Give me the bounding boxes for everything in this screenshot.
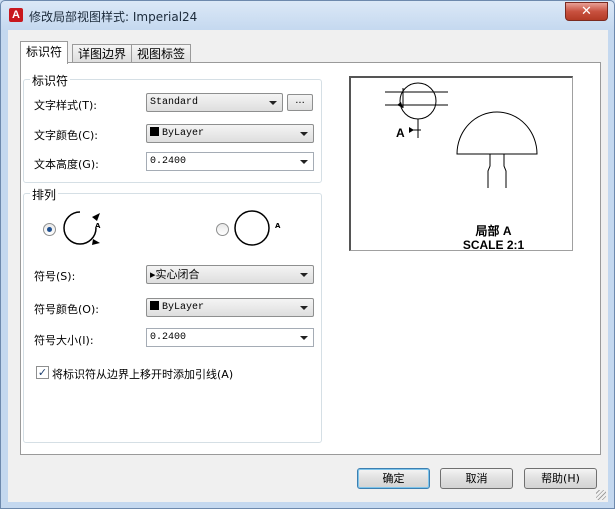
arrangement-group-title: 排列 xyxy=(30,186,59,203)
tab-identifier[interactable]: 标识符 xyxy=(20,41,69,64)
chevron-down-icon xyxy=(300,306,308,310)
chevron-down-icon xyxy=(300,160,308,164)
text-color-label: 文字颜色(C): xyxy=(34,129,98,142)
symbol-label: 符号(S): xyxy=(34,270,76,283)
text-color-dropdown[interactable]: ByLayer xyxy=(146,124,314,143)
symbol-color-dropdown[interactable]: ByLayer xyxy=(146,298,314,317)
chevron-down-icon xyxy=(269,101,277,105)
add-leader-label: 将标识符从边界上移开时添加引线(A) xyxy=(52,368,234,381)
cancel-button[interactable]: 取消 xyxy=(440,468,513,489)
chevron-down-icon xyxy=(300,273,308,277)
resize-grip-icon[interactable] xyxy=(596,490,606,500)
autocad-logo-icon: A xyxy=(9,8,23,22)
identifier-group-title: 标识符 xyxy=(30,72,71,89)
tab-panel-identifier: 标识符 文字样式(T): Standard ... 文字颜色(C): ByLay… xyxy=(20,62,601,455)
chevron-down-icon xyxy=(300,336,308,340)
symbol-size-value: 0.2400 xyxy=(150,332,187,343)
color-swatch-icon xyxy=(150,301,159,310)
symbol-color-label: 符号颜色(O): xyxy=(34,303,99,316)
symbol-size-label: 符号大小(I): xyxy=(34,334,94,347)
symbol-size-combobox[interactable]: 0.2400 xyxy=(146,328,314,347)
identifier-group: 标识符 文字样式(T): Standard ... 文字颜色(C): ByLay… xyxy=(23,72,322,183)
symbol-dropdown[interactable]: ▸实心闭合 xyxy=(146,265,314,284)
help-button[interactable]: 帮助(H) xyxy=(524,468,597,489)
chevron-down-icon xyxy=(300,132,308,136)
close-button[interactable]: ✕ xyxy=(565,2,608,21)
text-style-browse-button[interactable]: ... xyxy=(287,94,313,111)
symbol-value: 实心闭合 xyxy=(155,268,200,281)
tab-view-label[interactable]: 视图标签 xyxy=(131,44,192,63)
text-height-value: 0.2400 xyxy=(150,156,187,167)
preview-callout-letter: A xyxy=(396,126,405,140)
option-1-letter: A xyxy=(95,222,101,230)
text-height-label: 文本高度(G): xyxy=(34,158,99,171)
text-height-combobox[interactable]: 0.2400 xyxy=(146,152,314,171)
circle-only-icon xyxy=(234,210,270,246)
dialog-window: A 修改局部视图样式: Imperial24 ✕ 标识符 详图边界 视图标签 标… xyxy=(0,0,615,509)
preview-scale-label: SCALE 2:1 xyxy=(462,238,525,252)
preview-drawing xyxy=(385,82,538,188)
symbol-color-value: ByLayer xyxy=(162,302,205,313)
arrangement-option-1-radio[interactable] xyxy=(43,223,56,236)
text-color-value: ByLayer xyxy=(162,128,205,139)
title-bar: A 修改局部视图样式: Imperial24 ✕ xyxy=(1,1,614,29)
text-style-value: Standard xyxy=(150,97,199,108)
ok-button[interactable]: 确定 xyxy=(357,468,430,489)
option-2-letter: A xyxy=(275,222,281,230)
text-style-dropdown[interactable]: Standard xyxy=(146,93,283,112)
arrangement-group: 排列 A A 符号(S): ▸实心闭合 符号颜色(O): ByLayer 符号大… xyxy=(23,186,322,443)
tab-detail-boundary[interactable]: 详图边界 xyxy=(72,44,133,63)
arrangement-option-2-radio[interactable] xyxy=(216,223,229,236)
text-style-label: 文字样式(T): xyxy=(34,99,98,112)
preview-detail-label: 局部 A xyxy=(475,224,512,238)
color-swatch-icon xyxy=(150,127,159,136)
dialog-client-area: 标识符 详图边界 视图标签 标识符 文字样式(T): Standard ... … xyxy=(8,30,608,502)
add-leader-checkbox[interactable]: ✓ xyxy=(36,366,49,379)
preview-pane: A 局部 A SCALE 2:1 xyxy=(349,76,573,252)
window-title: 修改局部视图样式: Imperial24 xyxy=(29,10,198,24)
